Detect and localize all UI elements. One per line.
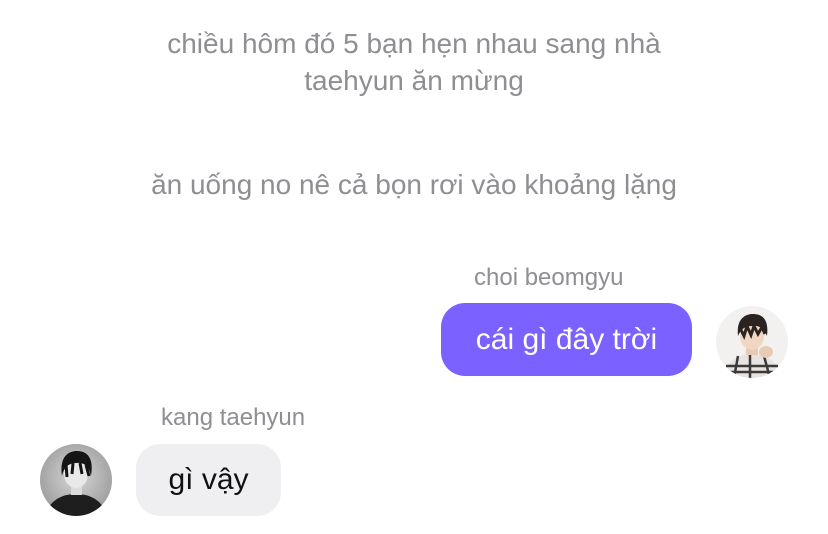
sender-name: kang taehyun [161, 404, 306, 431]
message-bubble-outgoing[interactable]: cái gì đây trời [441, 303, 692, 376]
message-text: cái gì đây trời [475, 322, 658, 356]
narration-text: ăn uống no nê cả bọn rơi vào khoảng lặng [151, 169, 677, 200]
message-bubble-incoming[interactable]: gì vậy [136, 444, 281, 516]
sender-name: choi beomgyu [474, 264, 624, 291]
narration-line: chiều hôm đó 5 bạn hẹn nhau sang nhà [167, 28, 661, 59]
message-text: gì vậy [168, 463, 249, 496]
avatar-photo-icon [716, 306, 788, 378]
avatar[interactable] [40, 444, 112, 516]
narration-text: chiều hôm đó 5 bạn hẹn nhau sang nhà tae… [0, 25, 828, 99]
avatar[interactable] [716, 306, 788, 378]
narration-line: taehyun ăn mừng [304, 65, 524, 96]
avatar-photo-icon [40, 444, 112, 516]
